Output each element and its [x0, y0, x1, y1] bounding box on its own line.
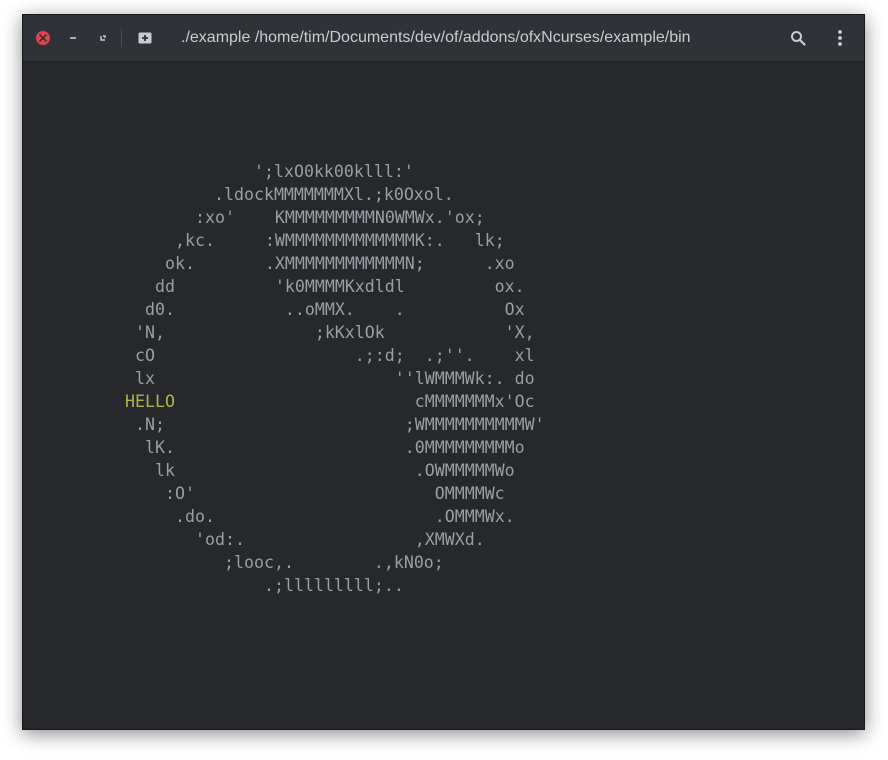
window-title: ./example /home/tim/Documents/dev/of/add…	[181, 29, 691, 46]
terminal-window: ./example /home/tim/Documents/dev/of/add…	[22, 14, 865, 730]
title-bar: ./example /home/tim/Documents/dev/of/add…	[23, 15, 864, 62]
ascii-art-line: .ldockMMMMMMMXl.;k0Oxol.	[214, 185, 454, 204]
ascii-art-line: lx ''lWMMMWk:. do	[135, 369, 535, 388]
search-button[interactable]	[788, 28, 808, 48]
ascii-art-line: .N; ;WMMMMMMMMMMW'	[135, 415, 545, 434]
search-icon	[791, 31, 806, 46]
restore-icon	[100, 35, 106, 41]
ascii-art-line: .;lllllllll;..	[264, 576, 404, 595]
terminal-output[interactable]: ';lxO0kk00klll:' .ldockMMMMMMMXl.;k0Oxol…	[23, 62, 864, 729]
ascii-art-line: ,kc. :WMMMMMMMMMMMMMK:. lk;	[175, 231, 505, 250]
close-icon	[36, 31, 50, 45]
restore-button[interactable]	[93, 28, 113, 48]
ascii-art-line: ok. .XMMMMMMMMMMMMN; .xo	[165, 254, 515, 273]
ascii-art-line: dd 'k0MMMMKxdldl ox.	[155, 277, 525, 296]
new-tab-button[interactable]	[135, 28, 155, 48]
titlebar-separator	[121, 29, 122, 47]
kebab-menu-icon	[838, 30, 842, 46]
ascii-art-line: lk .OWMMMMMWo	[155, 461, 515, 480]
minimize-icon	[70, 37, 76, 39]
ascii-art-line: .do. .OMMMWx.	[175, 507, 515, 526]
close-button[interactable]	[33, 28, 53, 48]
new-tab-icon	[138, 32, 152, 44]
ascii-art-line: lK. .0MMMMMMMMMo	[145, 438, 525, 457]
ascii-art-line: 'od:. ,XMWXd.	[195, 530, 485, 549]
ascii-art-line: ';lxO0kk00klll:'	[254, 162, 414, 181]
minimize-button[interactable]	[63, 28, 83, 48]
ascii-art-line: :O' OMMMMWc	[165, 484, 505, 503]
ascii-art-line: 'N, ;kKxlOk 'X,	[135, 323, 535, 342]
ascii-art-line: cMMMMMMMx'Oc	[145, 392, 535, 411]
menu-button[interactable]	[830, 28, 850, 48]
ascii-art-line: ;looc,. .,kN0o;	[224, 553, 444, 572]
ascii-art-line: cO .;:d; .;''. xl	[135, 346, 535, 365]
ascii-art-line: d0. ..oMMX. . Ox	[145, 300, 525, 319]
ascii-art-line: :xo' KMMMMMMMMMN0WMWx.'ox;	[195, 208, 485, 227]
